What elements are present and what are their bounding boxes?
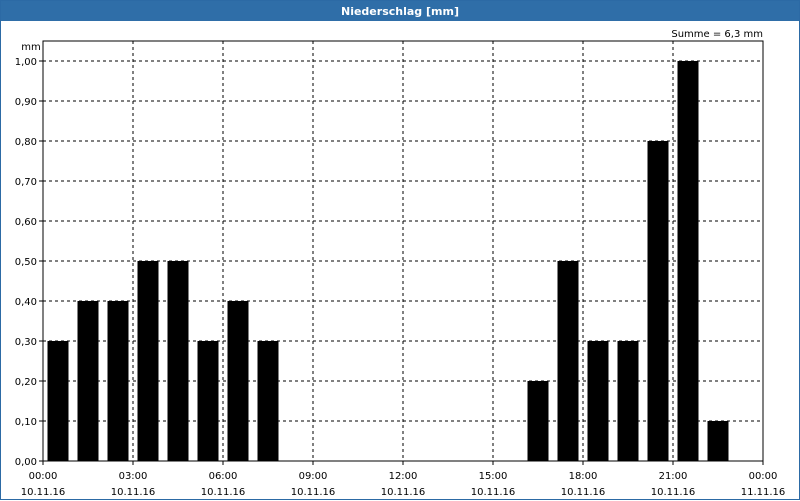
precipitation-chart: 0,00 0,10 0,20 0,30 0,40 0,50 0,60 0,70 0,80 0,90… (15, 29, 786, 498)
x-tick-date: 10.11.16 (651, 487, 696, 498)
y-tick-label: 0,50 (15, 257, 37, 268)
y-axis-label: mm (21, 42, 40, 53)
x-tick-date: 10.11.16 (561, 487, 606, 498)
y-tick-label: 1,00 (15, 57, 37, 68)
y-tick-label: 0,80 (15, 137, 37, 148)
y-tick-label: 0,20 (15, 377, 37, 388)
bar (47, 341, 69, 461)
bar (257, 341, 279, 461)
bar (587, 341, 609, 461)
bar (647, 141, 669, 461)
y-tick-label: 0,30 (15, 337, 37, 348)
x-tick-date: 10.11.16 (381, 487, 426, 498)
x-tick-time: 09:00 (299, 471, 328, 482)
bar (557, 261, 579, 461)
x-tick-time: 06:00 (209, 471, 238, 482)
y-tick-label: 0,00 (15, 457, 37, 468)
x-tick-time: 18:00 (569, 471, 598, 482)
x-tick-date: 10.11.16 (21, 487, 66, 498)
bar (137, 261, 159, 461)
x-tick-date: 10.11.16 (111, 487, 156, 498)
x-tick-date: 10.11.16 (471, 487, 516, 498)
bar (227, 301, 249, 461)
y-tick-label: 0,60 (15, 217, 37, 228)
axes: 0,00 0,10 0,20 0,30 0,40 0,50 0,60 0,70 0,80 0,90… (15, 40, 786, 498)
x-tick-time: 12:00 (389, 471, 418, 482)
x-tick-time: 00:00 (749, 471, 778, 482)
x-tick-time: 00:00 (29, 471, 58, 482)
bar (197, 341, 219, 461)
x-tick-time: 21:00 (659, 471, 688, 482)
x-tick-date: 11.11.16 (741, 487, 786, 498)
bar (77, 301, 99, 461)
sum-label: Summe = 6,3 mm (671, 29, 763, 40)
bar (107, 301, 129, 461)
bar (677, 61, 699, 461)
y-tick-label: 0,40 (15, 297, 37, 308)
x-tick-date: 10.11.16 (291, 487, 336, 498)
x-tick-date: 10.11.16 (201, 487, 246, 498)
bar (707, 421, 729, 461)
y-tick-label: 0,90 (15, 97, 37, 108)
y-tick-label: 0,70 (15, 177, 37, 188)
bar (167, 261, 189, 461)
bar (617, 341, 639, 461)
x-tick-time: 03:00 (119, 471, 148, 482)
chart-window: Niederschlag [mm] 0,00 0,10 0,20 0,30 0,40 0,… (0, 0, 800, 500)
y-tick-label: 0,10 (15, 417, 37, 428)
x-tick-time: 15:00 (479, 471, 508, 482)
bar (527, 381, 549, 461)
